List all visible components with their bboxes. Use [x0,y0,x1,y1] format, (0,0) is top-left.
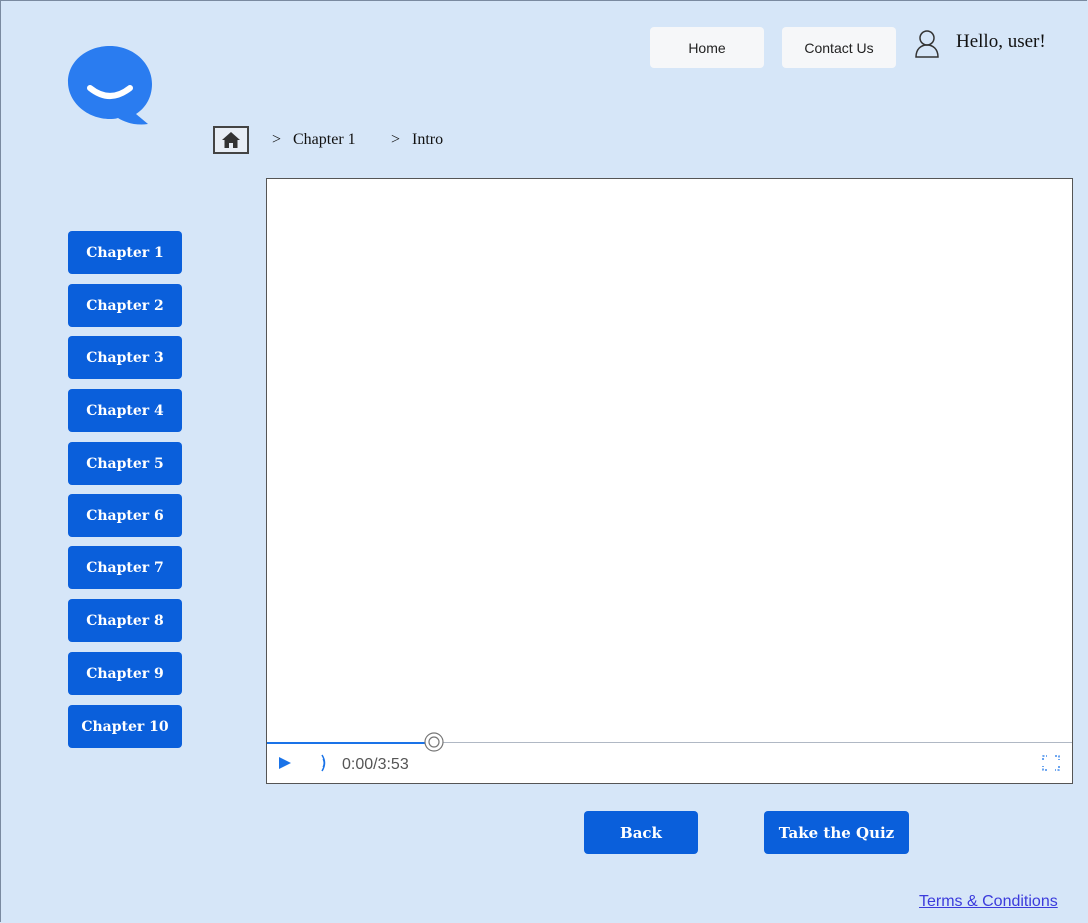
chapter-label: Chapter 4 [86,402,164,419]
chapter-label: Chapter 9 [86,665,164,682]
video-controls: 0:00/3:53 [267,732,1072,783]
take-quiz-button[interactable]: Take the Quiz [764,811,909,854]
chapter-label: Chapter 3 [86,349,164,366]
chapter-6-button[interactable]: Chapter 6 [68,494,182,537]
home-nav-button[interactable]: Home [650,27,764,68]
contact-us-label: Contact Us [804,39,874,56]
chapter-label: Chapter 2 [86,297,164,314]
chapter-label: Chapter 5 [86,455,164,472]
breadcrumb-separator: > [391,131,401,148]
breadcrumb-separator: > [272,131,282,148]
back-button[interactable]: Back [584,811,698,854]
chapter-9-button[interactable]: Chapter 9 [68,652,182,695]
progress-bar[interactable] [267,742,435,744]
scrubber-icon[interactable] [424,732,445,752]
user-greeting: Hello, user! [956,31,1046,52]
chapter-4-button[interactable]: Chapter 4 [68,389,182,432]
breadcrumb-chapter-link[interactable]: Chapter 1 [293,131,356,149]
back-label: Back [620,823,662,842]
chapter-7-button[interactable]: Chapter 7 [68,546,182,589]
chapter-1-button[interactable]: Chapter 1 [68,231,182,274]
video-time: 0:00/3:53 [342,756,409,773]
home-nav-label: Home [688,39,726,56]
terms-link[interactable]: Terms & Conditions [919,893,1058,911]
video-player[interactable]: 0:00/3:53 [266,178,1073,784]
breadcrumb-home-button[interactable] [213,126,249,154]
chapter-label: Chapter 6 [86,507,164,524]
contact-us-button[interactable]: Contact Us [782,27,896,68]
chapter-5-button[interactable]: Chapter 5 [68,442,182,485]
user-icon[interactable] [914,29,940,59]
chapter-10-button[interactable]: Chapter 10 [68,705,182,748]
chapter-label: Chapter 10 [81,718,169,735]
home-icon [222,132,240,148]
chapter-3-button[interactable]: Chapter 3 [68,336,182,379]
chapter-2-button[interactable]: Chapter 2 [68,284,182,327]
volume-icon[interactable] [319,753,329,773]
play-icon[interactable] [277,755,293,771]
chapter-label: Chapter 8 [86,612,164,629]
breadcrumb-current: Intro [412,131,444,148]
chapter-label: Chapter 1 [86,244,164,261]
chat-bubble-logo-icon [68,46,152,125]
fullscreen-icon[interactable] [1042,755,1060,771]
take-quiz-label: Take the Quiz [778,823,895,842]
chapter-label: Chapter 7 [86,559,164,576]
chapter-8-button[interactable]: Chapter 8 [68,599,182,642]
